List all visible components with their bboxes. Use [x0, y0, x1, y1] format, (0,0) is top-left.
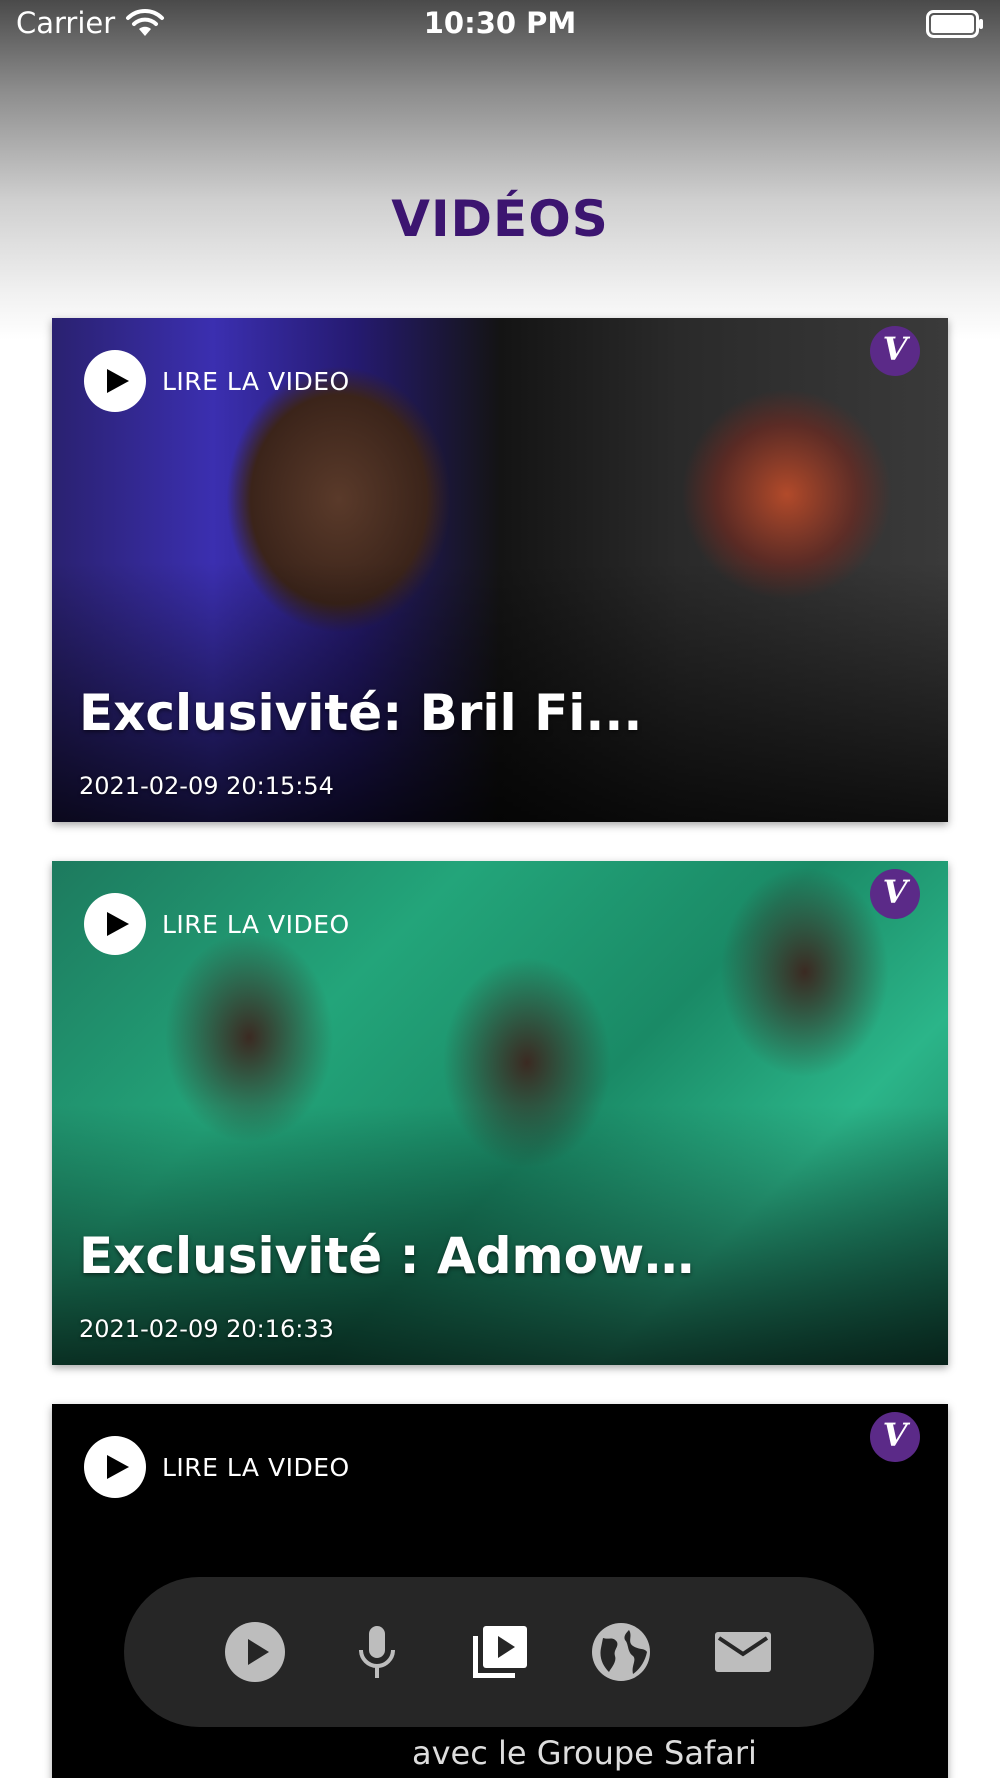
tab-videos[interactable]: [467, 1620, 531, 1684]
play-video-button[interactable]: LIRE LA VIDEO: [84, 1436, 350, 1498]
video-date: 2021-02-09 20:15:54: [79, 772, 334, 800]
play-circle-icon: [225, 1622, 285, 1682]
tab-radio[interactable]: [345, 1620, 409, 1684]
play-icon: [84, 893, 146, 955]
play-video-label: LIRE LA VIDEO: [162, 1452, 350, 1482]
video-card[interactable]: LIRE LA VIDEO V Exclusivité : Admow ... …: [52, 861, 948, 1365]
microphone-icon: [359, 1626, 395, 1678]
channel-logo: V: [870, 869, 920, 919]
video-library-icon: [473, 1626, 527, 1678]
play-video-label: LIRE LA VIDEO: [162, 909, 350, 939]
play-video-button[interactable]: LIRE LA VIDEO: [84, 350, 350, 412]
video-title: Exclusivité : Admow ...: [79, 1227, 699, 1285]
status-bar: Carrier 10:30 PM: [0, 0, 1000, 50]
screen: Carrier 10:30 PM VIDÉOS LIRE LA VIDEO V …: [0, 0, 1000, 1778]
video-card[interactable]: LIRE LA VIDEO V Exclusivité: Bril Fi... …: [52, 318, 948, 822]
play-icon: [84, 1436, 146, 1498]
battery-icon: [926, 10, 983, 38]
video-title: Exclusivité: Bril Fi...: [79, 684, 643, 742]
page-title: VIDÉOS: [391, 190, 609, 248]
globe-icon: [592, 1623, 650, 1681]
play-icon: [84, 350, 146, 412]
play-video-label: LIRE LA VIDEO: [162, 366, 350, 396]
channel-logo: V: [870, 1412, 920, 1462]
tab-contact[interactable]: [711, 1620, 775, 1684]
status-time: 10:30 PM: [423, 6, 577, 40]
video-caption: avec le Groupe Safari: [412, 1734, 757, 1772]
mail-icon: [715, 1632, 771, 1672]
video-date: 2021-02-09 20:16:33: [79, 1315, 334, 1343]
tab-web[interactable]: [589, 1620, 653, 1684]
tab-bar: [124, 1577, 874, 1727]
tab-play[interactable]: [223, 1620, 287, 1684]
channel-logo: V: [870, 326, 920, 376]
play-video-button[interactable]: LIRE LA VIDEO: [84, 893, 350, 955]
